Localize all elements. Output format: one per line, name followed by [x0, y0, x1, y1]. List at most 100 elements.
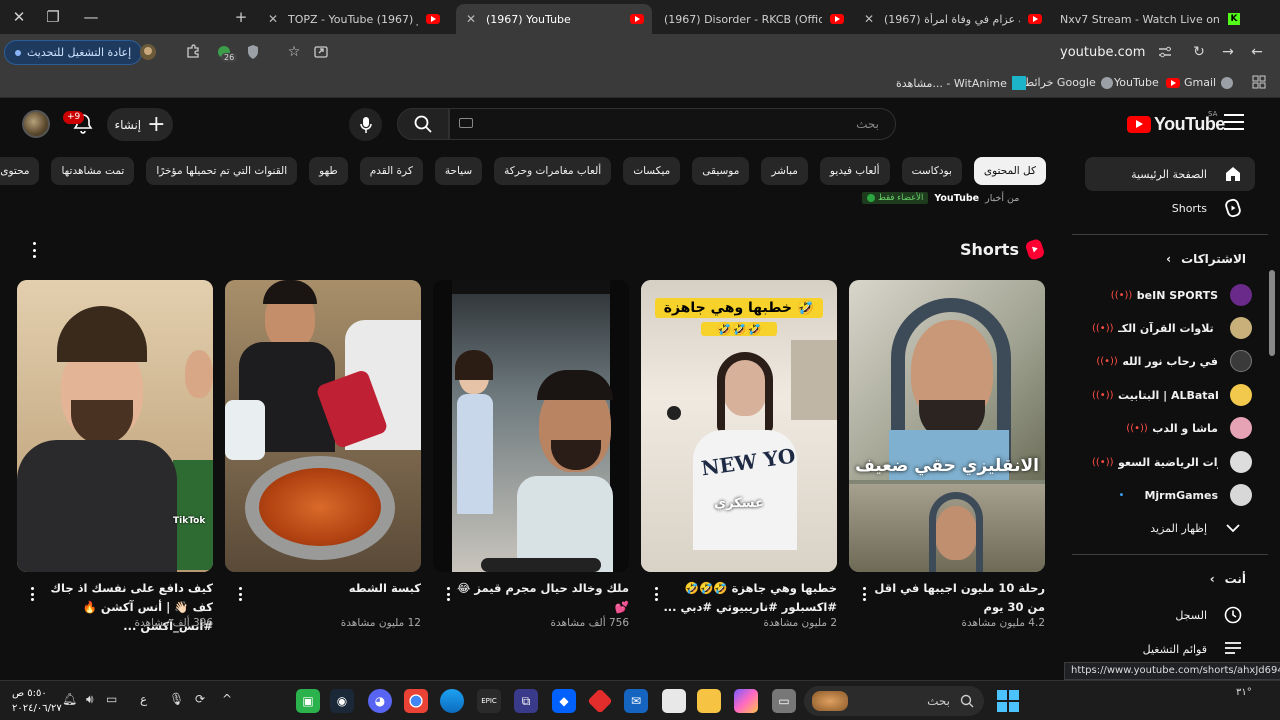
epic-games-icon[interactable]: EPIC [477, 689, 501, 713]
chrome-icon[interactable] [404, 689, 428, 713]
account-avatar[interactable] [22, 110, 50, 138]
install-app-icon[interactable] [310, 41, 332, 63]
search-input[interactable] [450, 109, 895, 139]
window-minimize-icon[interactable]: — [72, 0, 110, 34]
extensions-puzzle-icon[interactable] [182, 41, 204, 63]
short-title[interactable]: رحلة 10 مليون اجيبها في اقل من 30 يوم [871, 579, 1045, 617]
shield-extension-icon[interactable] [242, 41, 264, 63]
youtube-logo[interactable]: YouTube SA [1127, 110, 1225, 135]
subscription-item[interactable]: • MjrmGames [1092, 481, 1252, 509]
chip-live[interactable]: مباشر [761, 157, 808, 185]
chip-watched[interactable]: تمت مشاهدتها [51, 157, 135, 185]
chip-tourism[interactable]: سياحة [434, 157, 483, 185]
taskbar-search-box[interactable]: بحث [804, 686, 984, 716]
subscription-item[interactable]: ((•)) أجمل تلاوات القرآن الكـ... [1092, 314, 1252, 342]
chip-football[interactable]: كرة القدم [359, 157, 423, 185]
tab-topz[interactable]: ✕ TOPZ - YouTube تويز (1967) [258, 4, 448, 34]
subscriptions-heading[interactable]: ‹ الاشتراكات [1166, 252, 1246, 266]
window-close-icon[interactable]: ✕ [0, 0, 38, 34]
short-menu-icon[interactable] [29, 586, 35, 602]
subscription-item[interactable]: ((•)) beIN SPORTS [1092, 281, 1252, 309]
chip-cooking[interactable]: طهو [309, 157, 348, 185]
copilot-icon[interactable] [734, 689, 758, 713]
tab-close-icon[interactable]: ✕ [266, 12, 280, 26]
short-thumbnail[interactable]: NEW YO خطبها وهي جاهزة 🤣 🤣🤣🤣 عسكري [641, 280, 837, 572]
bookmark-gmail[interactable]: Gmail [1184, 76, 1234, 89]
site-settings-icon[interactable] [1154, 41, 1176, 63]
subscription-item[interactable]: ((•)) ماشا و الدب [1092, 414, 1252, 442]
short-card[interactable]: الانقليزي حقي ضعيف رحلة 10 مليون اجيبها … [849, 280, 1045, 629]
chip-action-adventure-games[interactable]: ألعاب مغامرات وحركة [494, 157, 612, 185]
relaunch-update-button[interactable]: إعادة التشغيل للتحديث [4, 40, 143, 65]
bookmark-witanime[interactable]: مشاهدة... - WitAnime [896, 76, 1026, 90]
short-title[interactable]: ملك وخالد حيال مجرم قيمز 😂💕 [455, 579, 629, 617]
window-restore-icon[interactable]: ❐ [34, 0, 72, 34]
apps-grid-icon[interactable] [1252, 75, 1266, 89]
chip-video-games[interactable]: ألعاب فيديو [819, 157, 890, 185]
short-card[interactable]: كبسة الشطه 12 مليون مشاهدة [225, 280, 421, 629]
notification-bell-icon[interactable]: 🔔︎ [62, 692, 77, 706]
back-arrow-icon[interactable]: → [1217, 41, 1239, 63]
short-thumbnail[interactable] [225, 280, 421, 572]
tab-azzam[interactable]: ✕ (1967) يشتبه عزام في وفاة امرأة [854, 4, 1050, 34]
short-card[interactable]: ملك وخالد حيال مجرم قيمز 😂💕 756 ألف مشاه… [433, 280, 629, 629]
short-card[interactable]: TikTok كيف دافع على نفسك اذ جاك كف 👋🏻 | … [17, 280, 213, 633]
discord-icon[interactable]: ◕ [368, 689, 392, 713]
short-card[interactable]: NEW YO خطبها وهي جاهزة 🤣 🤣🤣🤣 عسكري خطبها… [641, 280, 837, 629]
bookmark-star-icon[interactable]: ☆ [283, 41, 305, 63]
short-title[interactable]: كبسة الشطه [247, 579, 421, 598]
mail-icon[interactable]: ✉ [624, 689, 648, 713]
show-hidden-icons-chevron-icon[interactable]: ^ [222, 692, 232, 706]
sidebar-item-shorts[interactable]: Shorts [1085, 191, 1255, 225]
chip-mixes[interactable]: ميكسات [623, 157, 681, 185]
short-menu-icon[interactable] [445, 586, 451, 602]
create-button[interactable]: إنشاء + [107, 108, 173, 141]
sidebar-item-playlists[interactable]: قوائم التشغيل [1085, 632, 1255, 666]
app-icon-window[interactable]: ▭ [772, 689, 796, 713]
reload-icon[interactable]: ↻ [1188, 41, 1210, 63]
file-explorer-icon[interactable] [697, 689, 721, 713]
short-title[interactable]: خطبها وهي جاهزة 🤣🤣🤣 #اكسبلور #ناريبيوتي … [663, 579, 837, 617]
chip-music[interactable]: موسيقى [692, 157, 750, 185]
chip-new-to-you[interactable]: محتوى جديد لك [0, 157, 40, 185]
chip-podcasts[interactable]: بودكاست [901, 157, 962, 185]
subscription-item[interactable]: ((•)) القنوات الرياضية السعو... [1092, 448, 1252, 476]
tab-close-icon[interactable]: ✕ [464, 12, 478, 26]
chip-recently-uploaded[interactable]: القنوات التي تم تحميلها مؤخرًا [146, 157, 298, 185]
short-menu-icon[interactable] [653, 586, 659, 602]
windows-start-icon[interactable] [997, 690, 1019, 712]
chip-all[interactable]: كل المحتوى [973, 157, 1046, 185]
sidebar-item-home[interactable]: الصفحة الرئيسية [1085, 157, 1255, 191]
short-menu-icon[interactable] [861, 586, 867, 602]
voice-search-button[interactable] [349, 108, 382, 141]
forward-arrow-icon[interactable]: ← [1246, 41, 1268, 63]
sync-tray-icon[interactable]: ⟳ [195, 692, 205, 706]
you-heading[interactable]: ‹ أنت [1210, 572, 1246, 586]
tab-disorder[interactable]: (1967) Disorder - RKCB (Official [656, 4, 852, 34]
bookmark-google-maps[interactable]: خرائط Google [1024, 76, 1113, 89]
new-tab-button[interactable]: + [222, 0, 260, 34]
subscription-item[interactable]: ((•)) في رحاب نور الله [1092, 347, 1252, 375]
shorts-section-menu-icon[interactable] [29, 240, 39, 260]
profile-avatar-icon[interactable] [137, 41, 159, 63]
input-language-indicator[interactable]: ع [140, 692, 147, 706]
show-more-button[interactable]: إظهار المزيد [1085, 511, 1255, 545]
subscription-item[interactable]: ((•)) البتابيت | ALBatabet [1092, 381, 1252, 409]
app-icon-terminal[interactable]: ▣ [296, 689, 320, 713]
guide-menu-icon[interactable] [1224, 114, 1244, 130]
sidebar-item-history[interactable]: السجل [1085, 598, 1255, 632]
microsoft-store-icon[interactable] [662, 689, 686, 713]
search-button[interactable] [397, 108, 449, 140]
network-icon[interactable]: ▭ [106, 692, 117, 706]
tab-youtube-home[interactable]: ✕ (1967) YouTube [456, 4, 652, 34]
system-clock[interactable]: ٥:٥٠ ص ٢٠٢٤/٠٦/٢٧ [12, 686, 62, 716]
short-thumbnail[interactable]: TikTok [17, 280, 213, 572]
short-thumbnail[interactable]: الانقليزي حقي ضعيف [849, 280, 1045, 572]
tab-close-icon[interactable]: ✕ [862, 12, 876, 26]
volume-icon[interactable]: 🔊︎ [86, 692, 94, 707]
edge-icon[interactable] [440, 689, 464, 713]
dropbox-icon[interactable]: ◆ [552, 689, 576, 713]
app-icon-red-diamond[interactable] [587, 688, 613, 714]
short-menu-icon[interactable] [237, 586, 243, 602]
bookmark-youtube[interactable]: YouTube [1114, 76, 1180, 89]
